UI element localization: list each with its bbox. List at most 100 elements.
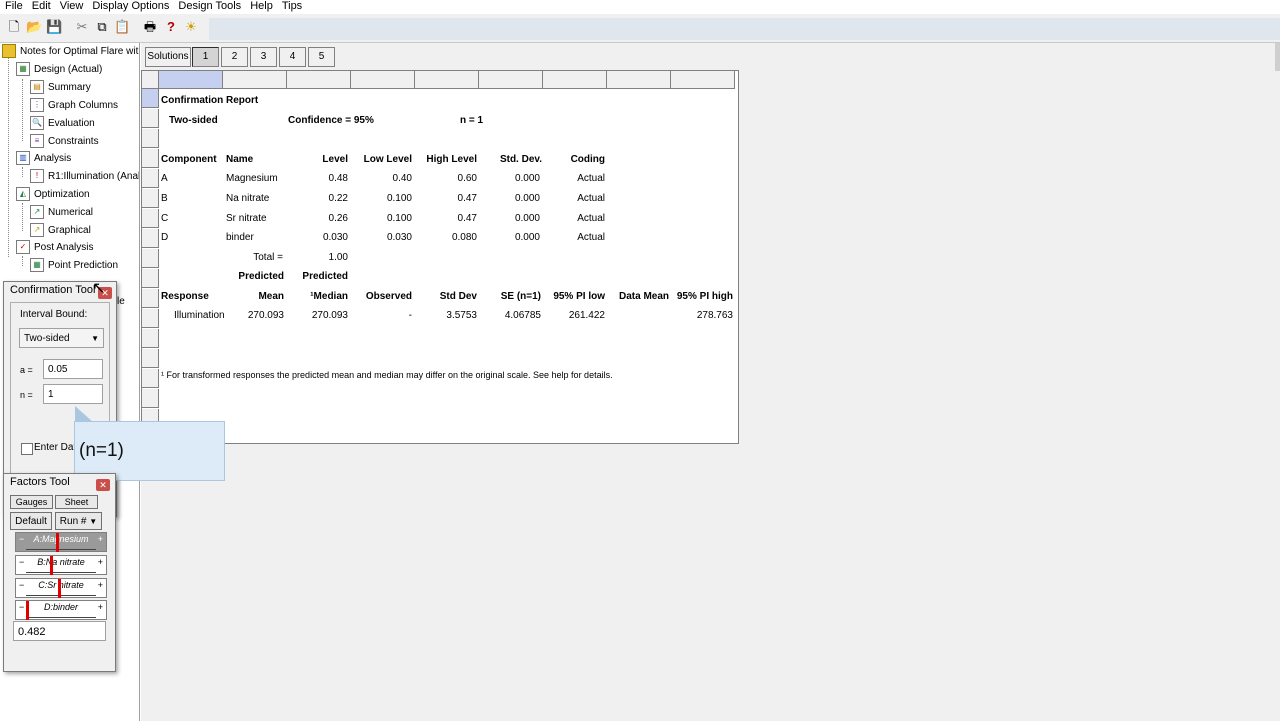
column-header[interactable] [415, 71, 479, 89]
row-header[interactable] [142, 369, 159, 388]
tree-item-summary[interactable]: ▤ Summary [30, 79, 91, 96]
resp-header-pi-low: 95% PI low [553, 291, 605, 302]
tree-item-label: Analysis [34, 153, 72, 164]
vertical-scrollbar[interactable] [1275, 43, 1280, 71]
solution-tab-1[interactable]: 1 [192, 47, 219, 67]
predicted-label-2: Predicted [302, 271, 348, 282]
menu-view[interactable]: View [55, 0, 88, 13]
table-cell: 0.000 [514, 193, 540, 204]
menu-design-tools[interactable]: Design Tools [173, 0, 245, 13]
slider-na-nitrate[interactable]: − + B:Na nitrate [15, 555, 107, 575]
tree-item-post-analysis[interactable]: ✓ Post Analysis [16, 239, 93, 256]
table-cell: 0.100 [386, 213, 412, 224]
row-header[interactable] [142, 269, 159, 288]
slider-marker[interactable] [58, 579, 62, 598]
tree-item-evaluation[interactable]: 🔍 Evaluation [30, 115, 95, 132]
row-header[interactable] [142, 389, 159, 408]
table-cell: D [161, 232, 169, 243]
help-icon[interactable]: ? [163, 19, 179, 35]
column-header[interactable] [223, 71, 287, 89]
row-header[interactable] [142, 349, 159, 368]
row-header[interactable] [142, 249, 159, 268]
row-header[interactable] [142, 309, 159, 328]
row-header[interactable] [142, 129, 159, 148]
resp-header-se: SE (n=1) [500, 291, 541, 302]
row-header[interactable] [142, 209, 159, 228]
resp-cell: - [408, 310, 412, 321]
solution-tab-4[interactable]: 4 [279, 47, 306, 67]
gauges-button[interactable]: Gauges [10, 495, 53, 509]
alpha-input[interactable]: 0.05 [43, 359, 103, 379]
folder-icon [2, 44, 16, 59]
solution-tab-5[interactable]: 5 [308, 47, 335, 67]
tree-item-point-prediction[interactable]: ▦ Point Prediction [30, 257, 118, 274]
table-cell: 0.47 [457, 213, 477, 224]
tree-item-graphical[interactable]: ↗ Graphical [30, 222, 91, 239]
row-header[interactable] [142, 89, 159, 108]
run-select[interactable]: Run # ▼ [55, 512, 102, 530]
slider-marker[interactable] [49, 556, 53, 575]
interval-bound-select[interactable]: Two-sided ▼ [19, 328, 104, 348]
slider-marker[interactable] [55, 533, 59, 552]
open-icon[interactable]: 📂 [26, 19, 42, 35]
table-cell: 0.030 [322, 232, 348, 243]
column-header[interactable] [543, 71, 607, 89]
print-icon[interactable]: 🖶 [142, 19, 158, 35]
sheet-button[interactable]: Sheet [55, 495, 98, 509]
factor-value-field[interactable]: 0.482 [13, 621, 106, 641]
default-button[interactable]: Default [10, 512, 52, 530]
slider-marker[interactable] [26, 601, 29, 620]
tree-item-label: Point Prediction [48, 260, 119, 271]
column-header[interactable] [671, 71, 735, 89]
menu-help[interactable]: Help [245, 0, 277, 13]
resp-header-observed: Observed [365, 291, 412, 302]
tree-item-response[interactable]: ! R1:Illumination (Anal [30, 168, 139, 185]
row-header[interactable] [142, 229, 159, 248]
slider-label: A:Magnesium [33, 534, 89, 544]
n-input[interactable]: 1 [43, 384, 103, 404]
tree-item-numerical[interactable]: ↗ Numerical [30, 204, 93, 221]
tree-item-optimization[interactable]: ◭ Optimization [16, 186, 90, 203]
solution-tab-3[interactable]: 3 [250, 47, 277, 67]
column-header[interactable] [607, 71, 671, 89]
mouse-cursor-icon: ↖ [92, 280, 106, 297]
cut-icon[interactable]: ✂ [74, 19, 90, 35]
paste-icon[interactable]: 📋 [114, 19, 130, 35]
close-icon[interactable]: ✕ [96, 479, 110, 491]
interval-bound-value: Two-sided [24, 333, 70, 344]
row-header[interactable] [142, 189, 159, 208]
table-cell: 0.100 [386, 193, 412, 204]
tree-item-design[interactable]: ▦ Design (Actual) [16, 61, 102, 78]
row-header[interactable] [142, 109, 159, 128]
solution-tab-2[interactable]: 2 [221, 47, 248, 67]
column-header[interactable] [351, 71, 415, 89]
enter-data-checkbox[interactable] [21, 443, 33, 455]
new-icon[interactable]: 🗋 [6, 19, 22, 35]
table-cell: 0.48 [328, 173, 348, 184]
slider-magnesium[interactable]: − + A:Magnesium [15, 532, 107, 552]
slider-sr-nitrate[interactable]: − + C:Sr nitrate [15, 578, 107, 598]
menu-file[interactable]: File [0, 0, 27, 13]
resp-cell: 261.422 [568, 310, 605, 321]
column-header[interactable] [479, 71, 543, 89]
tip-icon[interactable]: ☀ [183, 19, 199, 35]
row-header[interactable] [142, 149, 159, 168]
row-header[interactable] [142, 329, 159, 348]
menu-edit[interactable]: Edit [27, 0, 55, 13]
menu-display-options[interactable]: Display Options [87, 0, 173, 13]
resp-cell: 4.06785 [504, 310, 541, 321]
tree-item-constraints[interactable]: ≡ Constraints [30, 133, 99, 150]
resp-cell: 3.5753 [446, 310, 477, 321]
row-header[interactable] [142, 169, 159, 188]
tree-root[interactable]: Notes for Optimal Flare wit [2, 43, 138, 60]
tree-item-analysis[interactable]: ▥ Analysis [16, 150, 71, 167]
column-header[interactable] [159, 71, 223, 89]
row-header[interactable] [142, 289, 159, 308]
run-label: Run # [59, 516, 87, 527]
column-header[interactable] [287, 71, 351, 89]
tree-item-graph-columns[interactable]: ⋮ Graph Columns [30, 97, 118, 114]
slider-binder[interactable]: − + D:binder [15, 600, 107, 620]
copy-icon[interactable]: ⧉ [94, 19, 110, 35]
menu-tips[interactable]: Tips [277, 0, 306, 13]
save-icon[interactable]: 💾 [46, 19, 62, 35]
